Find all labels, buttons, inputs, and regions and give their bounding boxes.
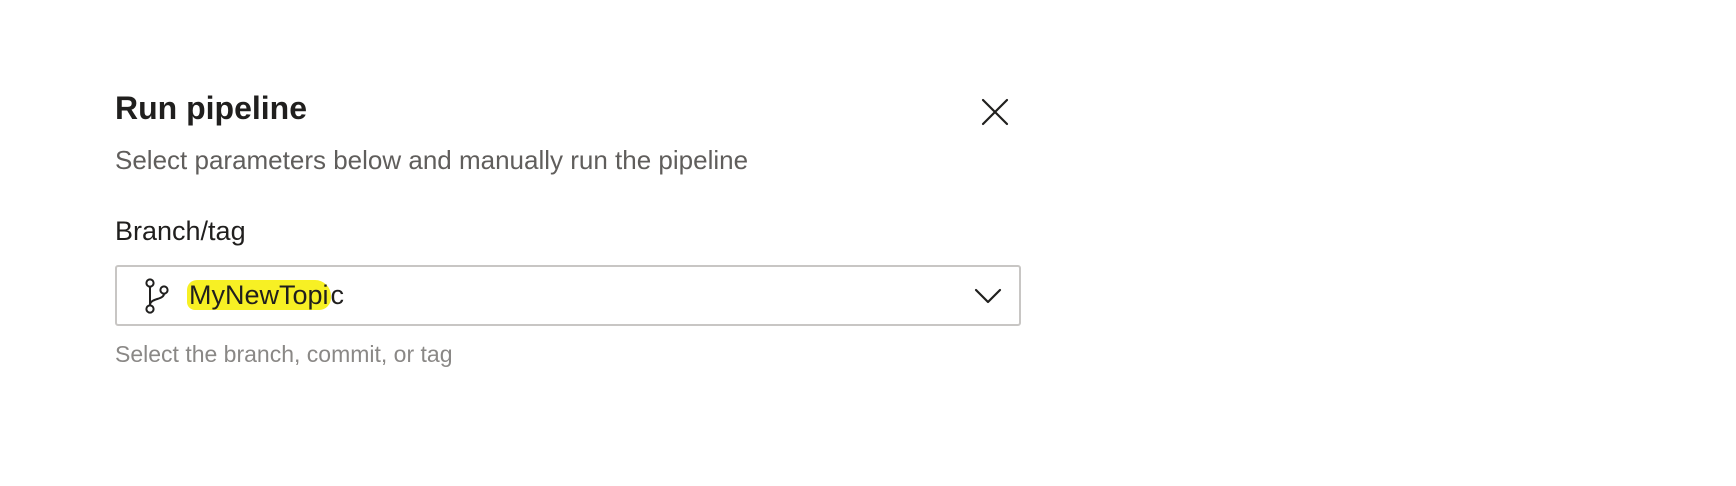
branch-tag-dropdown[interactable]: MyNewTopic bbox=[115, 265, 1021, 326]
branch-helper-text: Select the branch, commit, or tag bbox=[115, 341, 453, 367]
close-button[interactable] bbox=[977, 94, 1013, 130]
dialog-subtitle: Select parameters below and manually run… bbox=[115, 145, 749, 175]
branch-icon bbox=[145, 278, 169, 314]
branch-value-rest: c bbox=[330, 280, 345, 310]
branch-value: MyNewTopic bbox=[187, 275, 345, 315]
close-icon bbox=[981, 98, 1009, 126]
chevron-down-icon[interactable] bbox=[973, 284, 1003, 308]
branch-value-highlighted: MyNewTopi bbox=[187, 280, 331, 310]
dialog-title: Run pipeline bbox=[115, 90, 307, 126]
branch-tag-label: Branch/tag bbox=[115, 216, 246, 246]
